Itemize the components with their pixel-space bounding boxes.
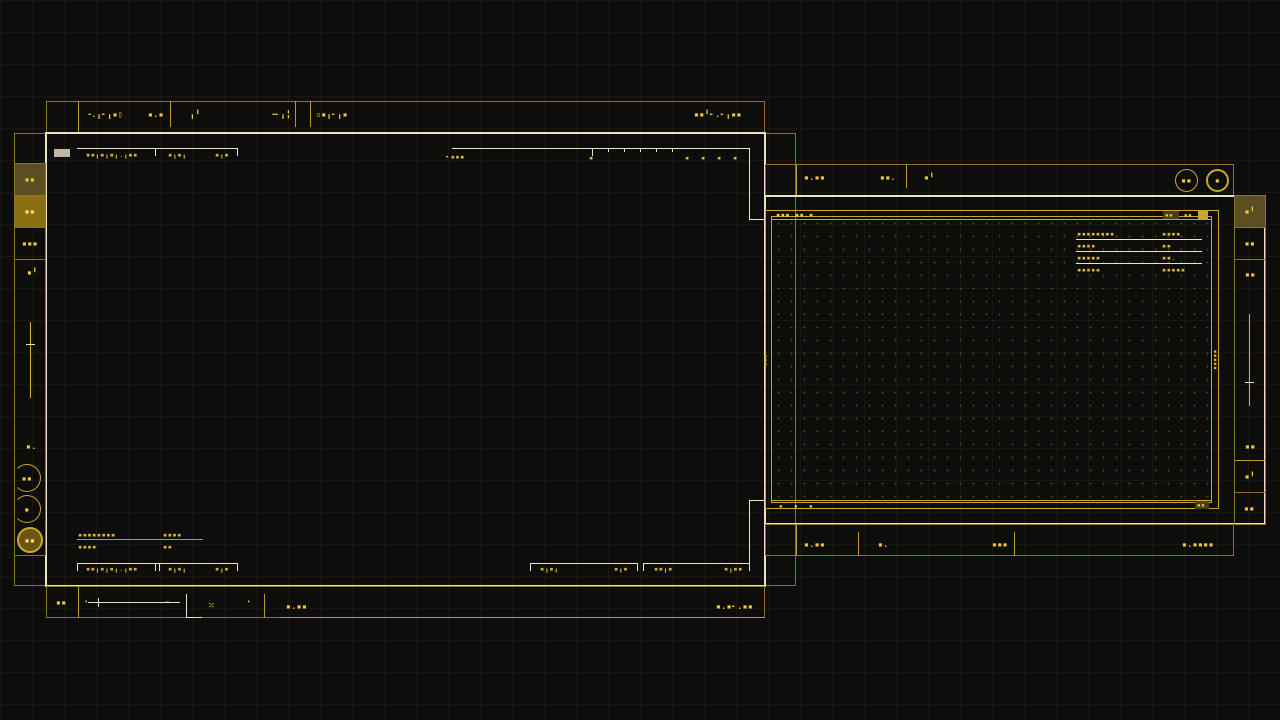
sec-circle-button-1[interactable]: ▪▪	[1175, 169, 1198, 192]
sidebar-item-5[interactable]: ▪.	[26, 442, 37, 451]
header-tab-1[interactable]: ▪▪╻▪╻▪╻.╻▪▪	[86, 151, 138, 159]
sidebar-item-3[interactable]: ▪▪▪	[15, 228, 45, 260]
sec-top-seg3: ▪╹	[924, 173, 935, 182]
dial-3[interactable]: ▪▪	[17, 527, 43, 553]
map-title-tag-1-label: ▪▪	[1165, 212, 1174, 219]
map-title-tag-3[interactable]	[1198, 211, 1208, 219]
sec-bottom-seg4: ▪.▪▪▪▪	[1182, 540, 1214, 549]
right-sidebar-item-2[interactable]: ▪▪	[1235, 228, 1265, 260]
top-bar-seg2-value: ╺╸╻╏	[270, 110, 292, 119]
dial-1-label: ▪▪	[21, 473, 33, 483]
top-bar-seg1-value: ▪.▪	[148, 110, 164, 119]
sidebar-item-3-label: ▪▪▪	[22, 239, 38, 248]
readout-label-1: ▪▪▪▪▪▪▪▪	[78, 531, 116, 539]
map-title-tag-2[interactable]: ▪▪	[1184, 211, 1192, 220]
right-sidebar-item-5[interactable]: ▪╹	[1235, 461, 1265, 493]
top-bar-seg4: ▪▪╹╸.╸╻▪▪	[694, 110, 742, 119]
right-sidebar-item-6[interactable]: ▪▪	[1244, 504, 1255, 513]
header-tab-2[interactable]: ▪╻▪╻	[168, 151, 187, 159]
right-scroll-track[interactable]	[1249, 314, 1250, 406]
stat-label-4: ▪▪▪▪▪	[1077, 266, 1101, 274]
stat-value-3: ▪▪.	[1162, 254, 1177, 262]
bottom-bar-right: ▪.▪╸.▪▪	[716, 602, 754, 611]
sec-top-seg1: ▪.▪▪	[804, 173, 826, 182]
sidebar-item-4[interactable]: ▪╹	[27, 268, 38, 277]
map-vertical-right: ▪▪▪▪▪	[1211, 349, 1219, 371]
header-indicator	[54, 149, 70, 157]
footer-tab-1[interactable]: ▪▪╻▪╻▪╻.╻▪▪	[86, 565, 138, 573]
map-footer-mark-2: ▪	[794, 503, 799, 510]
top-bar-seg3: ▫▪╻╸╻▪	[316, 110, 348, 119]
sec-circle-button-2[interactable]: ▪	[1206, 169, 1229, 192]
grid-mark-icon: ⁙	[208, 601, 216, 610]
map-title: ▪▪▪ ▪▪.▪	[776, 211, 814, 219]
right-sidebar-item-1[interactable]: ▪╹	[1235, 196, 1265, 228]
sec-circle-2-label: ▪	[1214, 176, 1221, 185]
sec-bottom-seg2: ▪.	[878, 540, 889, 549]
footer-tab-7[interactable]: ▪╻▪▪	[724, 565, 743, 573]
map-footer-right-label: ▪▪	[1197, 502, 1206, 509]
ruler-tick-1: ▪	[589, 154, 594, 162]
footer-tab-4[interactable]: ▪╻▪╻	[540, 565, 559, 573]
sec-circle-1-label: ▪▪	[1181, 176, 1192, 185]
ruler-tick-5: ▪	[733, 154, 738, 162]
readout-value-2: ▪▪	[163, 543, 173, 551]
secondary-top-bar	[765, 164, 1234, 196]
dial-3-label: ▪▪	[24, 535, 36, 545]
right-sidebar-item-2-label: ▪▪	[1244, 239, 1256, 248]
map-view[interactable]	[771, 216, 1212, 503]
right-sidebar-item-1-label: ▪╹	[1244, 207, 1256, 216]
readout-value-1: ▪▪▪▪	[163, 531, 182, 539]
header-tab-3[interactable]: ▪╻▪	[215, 151, 229, 159]
map-footer-mark-1: ▪	[779, 503, 784, 510]
stat-value-2: ▪▪	[1162, 242, 1172, 250]
sec-bottom-seg1: ▪.▪▪	[804, 540, 826, 549]
right-sidebar-item-3[interactable]: ▪▪	[1245, 270, 1256, 279]
map-vertical-left: ▪▪▪	[762, 353, 770, 367]
right-sidebar-item-4[interactable]: ▪▪	[1245, 442, 1256, 451]
top-bar-seg2: ╻╹	[190, 110, 201, 119]
stat-label-2: ▪▪▪▪	[1077, 242, 1096, 250]
main-viewport[interactable]	[45, 132, 766, 587]
readout-label-2: ▪▪▪▪	[78, 543, 97, 551]
map-footer-right[interactable]: ▪▪	[1195, 501, 1209, 509]
left-scroll-track[interactable]	[30, 322, 31, 398]
ruler-tick-3: ▪	[701, 154, 706, 162]
top-bar-seg1: ╺.╻╸╻▪▯	[86, 110, 124, 119]
stat-label-3: ▪▪▪▪▪	[1077, 254, 1101, 262]
sidebar-item-1-label: ▪▪	[24, 175, 36, 184]
dial-2[interactable]: ▪	[13, 495, 41, 523]
ruler-tick-4: ▪	[717, 154, 722, 162]
ruler-label: ╸▪▪▪	[446, 153, 465, 161]
stat-label-1: ▪▪▪▪▪▪▪▪	[1077, 230, 1115, 238]
map-footer-mark-3: ▪	[809, 503, 814, 510]
stat-value-1: ▪▪▪▪	[1162, 230, 1181, 238]
stat-value-4: ▪▪▪▪▪	[1162, 266, 1186, 274]
ruler-tick-2: ▪	[685, 154, 690, 162]
bottom-bar-code: ▪▪	[56, 598, 67, 607]
sec-bottom-seg3: ▪▪▪	[992, 540, 1008, 549]
right-scroll-thumb[interactable]	[1245, 382, 1254, 383]
dial-2-label: ▪	[24, 504, 30, 514]
footer-tab-6[interactable]: ▪▪╻▪	[654, 565, 673, 573]
sec-top-seg2: ▪▪.	[880, 173, 896, 182]
sidebar-item-1[interactable]: ▪▪	[15, 164, 45, 196]
footer-tab-5[interactable]: ▪╻▪	[614, 565, 628, 573]
top-ruler	[452, 148, 749, 149]
bottom-bar-value: ▪.▪▪	[286, 602, 308, 611]
map-title-tag-1[interactable]: ▪▪	[1163, 211, 1179, 219]
dial-1[interactable]: ▪▪	[13, 464, 41, 492]
left-scroll-thumb[interactable]	[26, 344, 35, 345]
footer-tab-2[interactable]: ▪╻▪╻	[168, 565, 187, 573]
footer-tab-3[interactable]: ▪╻▪	[215, 565, 229, 573]
sidebar-item-2[interactable]: ▪▪	[15, 196, 45, 228]
right-sidebar-item-5-label: ▪╹	[1244, 472, 1256, 481]
sidebar-item-2-label: ▪▪	[24, 207, 36, 216]
